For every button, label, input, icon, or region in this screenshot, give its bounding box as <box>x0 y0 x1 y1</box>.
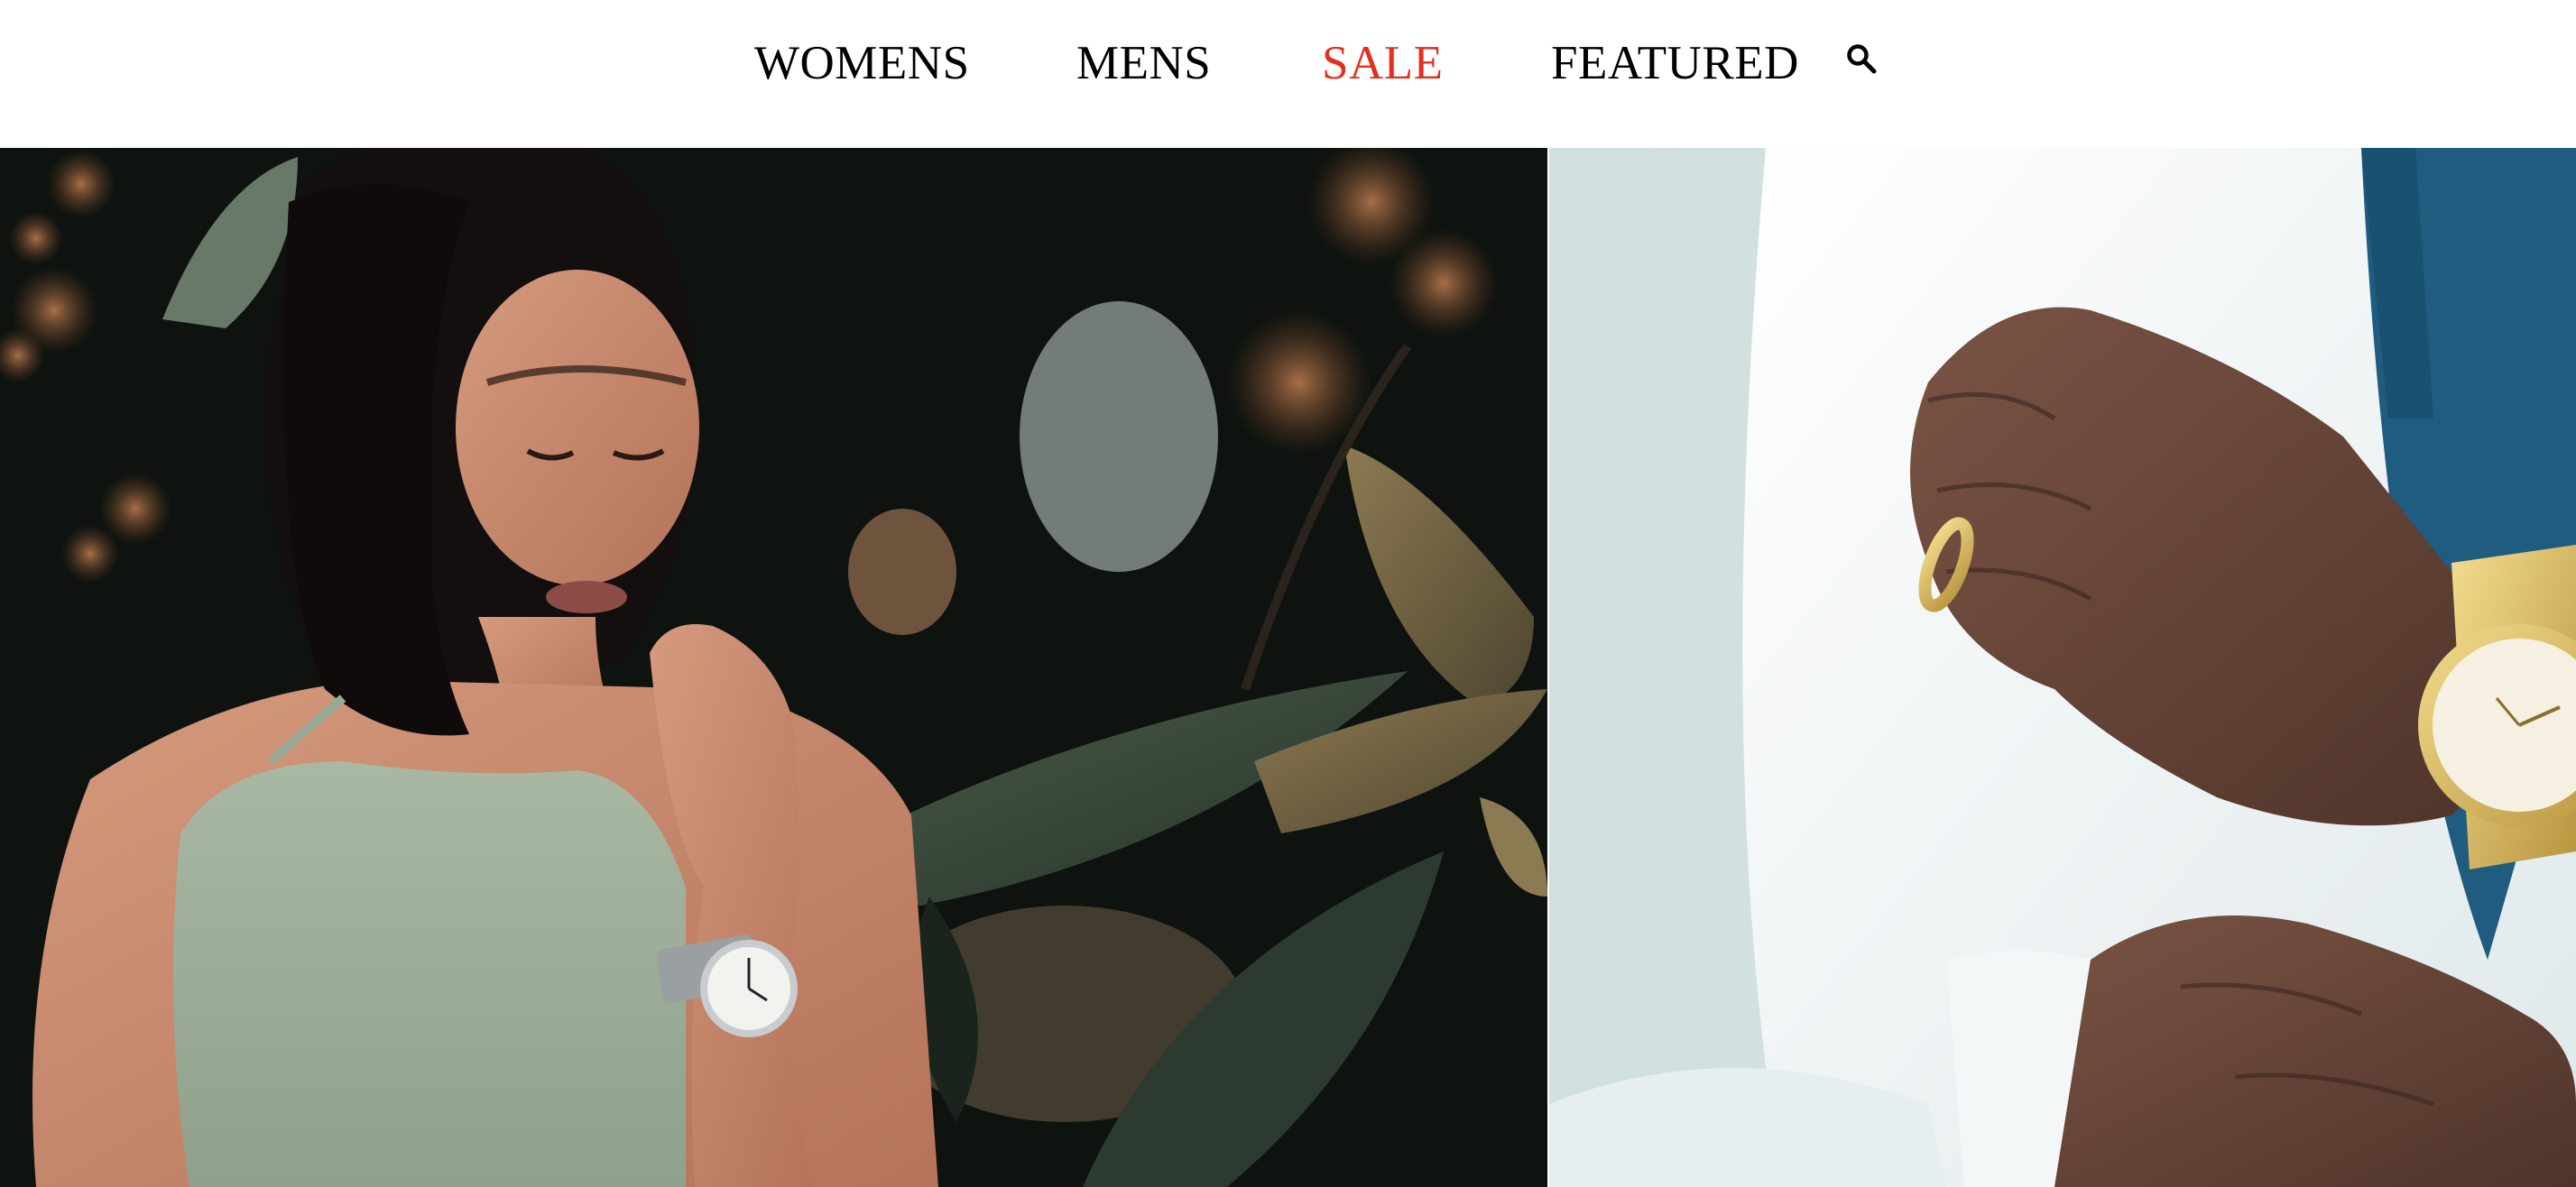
page: WOMENS MENS SALE FEATURED <box>0 0 2576 1187</box>
womens-hero-image[interactable] <box>0 148 1547 1187</box>
hero-banner <box>0 148 2576 1187</box>
nav-link-sale[interactable]: SALE <box>1322 34 1444 92</box>
top-navigation: WOMENS MENS SALE FEATURED <box>0 0 2576 148</box>
mens-hero-image[interactable] <box>1549 148 2576 1187</box>
nav-link-featured[interactable]: FEATURED <box>1551 34 1799 92</box>
nav-link-mens[interactable]: MENS <box>1076 34 1211 92</box>
search-icon[interactable] <box>1846 43 1877 74</box>
nav-link-womens[interactable]: WOMENS <box>754 34 970 92</box>
